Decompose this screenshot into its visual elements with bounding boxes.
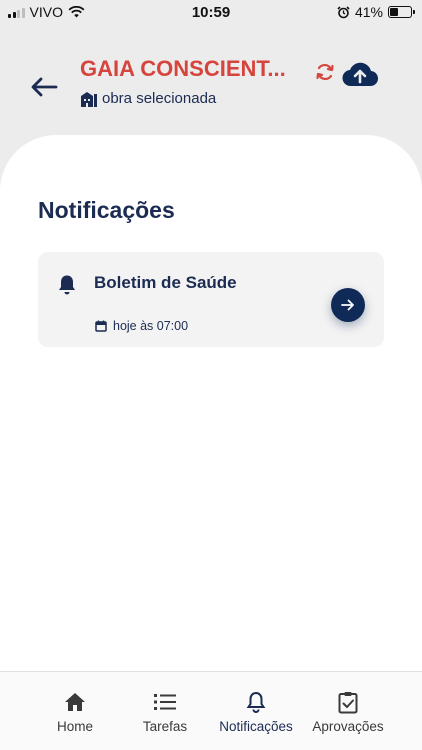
alarm-icon [337, 5, 350, 18]
home-icon [65, 693, 85, 711]
nav-home-label: Home [56, 719, 93, 734]
clipboard-check-icon [338, 691, 358, 713]
list-icon [154, 694, 176, 710]
carrier-label: VIVO [29, 4, 63, 20]
project-subtitle: obra selecionada [80, 90, 216, 107]
project-title: GAIA CONSCIENT... [80, 56, 286, 81]
cloud-upload-icon [342, 62, 379, 87]
signal-icon [8, 7, 25, 18]
bell-icon [59, 275, 75, 295]
open-notification-button[interactable] [331, 288, 365, 322]
nav-aprovacoes-label: Aprovações [312, 719, 384, 734]
arrow-left-icon [31, 77, 58, 97]
bell-icon [246, 691, 266, 713]
upload-button[interactable] [342, 60, 379, 88]
nav-aprovacoes[interactable]: Aprovações [307, 672, 389, 750]
notification-card[interactable]: Boletim de Saúde hoje às 07:00 [38, 252, 384, 347]
sync-icon [316, 63, 334, 81]
app-header: GAIA CONSCIENT... obra selecionada [0, 24, 422, 144]
nav-tarefas-label: Tarefas [142, 719, 188, 734]
calendar-icon [95, 320, 107, 332]
nav-tarefas[interactable]: Tarefas [130, 672, 200, 750]
back-button[interactable] [28, 74, 60, 100]
page-title: Notificações [38, 197, 175, 223]
nav-notificacoes-label: Notificações [219, 719, 293, 734]
nav-home[interactable]: Home [40, 672, 110, 750]
battery-icon [388, 6, 415, 18]
sync-button[interactable] [314, 61, 336, 83]
nav-notificacoes[interactable]: Notificações [211, 672, 301, 750]
notification-date-label: hoje às 07:00 [113, 319, 189, 333]
status-bar: VIVO 10:59 41% [0, 0, 422, 24]
main-content: Notificações Boletim de Saúde hoje às 07… [0, 135, 422, 671]
building-icon [81, 91, 97, 107]
notification-date: hoje às 07:00 [95, 319, 188, 333]
arrow-right-icon [341, 299, 354, 311]
notification-title: Boletim de Saúde [94, 273, 237, 292]
subtitle-label: obra selecionada [102, 90, 217, 107]
wifi-icon [68, 6, 85, 18]
bottom-nav: Home Tarefas Notificações Aprovações [0, 671, 422, 750]
battery-percent: 41% [354, 4, 383, 20]
